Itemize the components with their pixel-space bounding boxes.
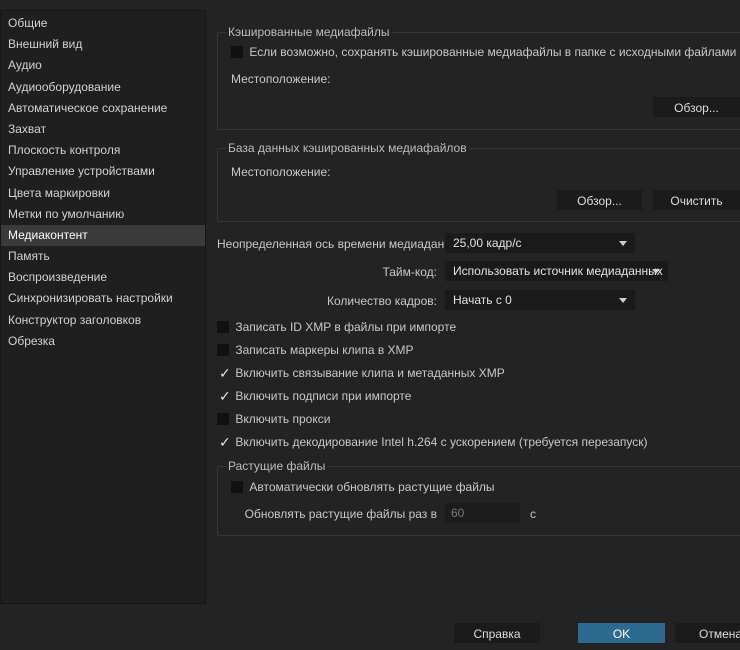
timecode-select[interactable]: Использовать источник медиаданных (445, 261, 668, 281)
frame-count-label: Количество кадров: (326, 294, 437, 308)
chevron-down-icon (652, 269, 660, 274)
write-clip-markers-option[interactable]: Записать маркеры клипа в XMP (217, 343, 414, 357)
ok-button[interactable]: OK (578, 623, 665, 643)
auto-refresh-checkbox[interactable] (231, 480, 243, 493)
write-xmp-id-checkbox[interactable] (217, 320, 229, 333)
enable-captions-option[interactable]: ✓ Включить подписи при импорте (217, 387, 412, 404)
cache-database-browse-button[interactable]: Обзор... (557, 190, 642, 210)
enable-proxies-label: Включить прокси (235, 412, 331, 426)
sidebar-item-appearance[interactable]: Внешний вид (1, 34, 205, 55)
timecode-label: Тайм-код: (382, 265, 437, 279)
checkmark-icon: ✓ (219, 433, 231, 450)
sidebar-item-sync-settings[interactable]: Синхронизировать настройки (1, 288, 205, 309)
enable-captions-label: Включить подписи при импорте (235, 389, 412, 403)
save-near-originals-label: Если возможно, сохранять кэшированные ме… (249, 45, 737, 59)
sidebar-item-trim[interactable]: Обрезка (1, 331, 205, 352)
sidebar-item-audio-hardware[interactable]: Аудиооборудование (1, 77, 205, 98)
cache-database-title: База данных кэшированных медиафайлов (226, 141, 469, 155)
save-near-originals-checkbox[interactable] (231, 45, 243, 58)
sidebar-item-label-colors[interactable]: Цвета маркировки (1, 183, 205, 204)
chevron-down-icon (619, 298, 627, 303)
cached-media-location-label: Местоположение: (231, 72, 331, 86)
sidebar-item-memory[interactable]: Память (1, 246, 205, 267)
auto-refresh-label: Автоматически обновлять растущие файлы (249, 480, 495, 494)
write-clip-markers-checkbox[interactable] (217, 343, 229, 356)
cache-database-clear-button[interactable]: Очистить (653, 190, 740, 210)
frame-count-value: Начать с 0 (453, 293, 512, 307)
sidebar-item-autosave[interactable]: Автоматическое сохранение (1, 98, 205, 119)
sidebar-item-device-control[interactable]: Управление устройствами (1, 161, 205, 182)
sidebar-item-audio[interactable]: Аудио (1, 55, 205, 76)
chevron-down-icon (619, 241, 627, 246)
write-xmp-id-option[interactable]: Записать ID XMP в файлы при импорте (217, 320, 456, 334)
checkmark-icon: ✓ (219, 387, 231, 404)
sidebar-item-media[interactable]: Медиаконтент (1, 224, 205, 247)
sidebar-item-label-defaults[interactable]: Метки по умолчанию (1, 204, 205, 225)
refresh-every-label: Обновлять растущие файлы раз в (244, 507, 437, 521)
growing-files-title: Растущие файлы (226, 459, 328, 473)
enable-xmp-linking-checkbox[interactable]: ✓ (217, 364, 231, 381)
enable-intel-decoding-label: Включить декодирование Intel h.264 с уск… (235, 435, 648, 449)
enable-xmp-linking-label: Включить связывание клипа и метаданных X… (235, 366, 505, 380)
timebase-label: Неопределенная ось времени медиаданных: (217, 237, 469, 251)
frame-count-select[interactable]: Начать с 0 (445, 290, 635, 310)
sidebar-item-titler[interactable]: Конструктор заголовков (1, 310, 205, 331)
cached-media-browse-button[interactable]: Обзор... (653, 97, 740, 117)
auto-refresh-option[interactable]: Автоматически обновлять растущие файлы (231, 480, 495, 494)
save-near-originals-option[interactable]: Если возможно, сохранять кэшированные ме… (231, 45, 736, 59)
cached-media-title: Кэшированные медиафайлы (226, 25, 392, 39)
checkmark-icon: ✓ (219, 364, 231, 381)
help-button[interactable]: Справка (454, 623, 540, 643)
cancel-button[interactable]: Отмена (675, 623, 740, 643)
preferences-sidebar: Общие Внешний вид Аудио Аудиооборудовани… (0, 10, 206, 604)
cache-database-group: База данных кэшированных медиафайлов (217, 141, 740, 222)
timebase-value: 25,00 кадр/с (453, 236, 522, 250)
sidebar-item-playback[interactable]: Воспроизведение (1, 267, 205, 288)
sidebar-item-capture[interactable]: Захват (1, 119, 205, 140)
timecode-value: Использовать источник медиаданных (453, 264, 663, 278)
enable-intel-decoding-checkbox[interactable]: ✓ (217, 433, 231, 450)
write-xmp-id-label: Записать ID XMP в файлы при импорте (235, 320, 457, 334)
enable-intel-decoding-option[interactable]: ✓ Включить декодирование Intel h.264 с у… (217, 433, 648, 450)
enable-captions-checkbox[interactable]: ✓ (217, 387, 231, 404)
sidebar-item-control-surface[interactable]: Плоскость контроля (1, 140, 205, 161)
timebase-select[interactable]: 25,00 кадр/с (445, 233, 635, 253)
sidebar-item-general[interactable]: Общие (1, 13, 205, 34)
enable-proxies-option[interactable]: Включить прокси (217, 412, 330, 426)
growing-files-group: Растущие файлы (217, 459, 740, 536)
refresh-unit-label: с (530, 507, 536, 521)
refresh-interval-input[interactable]: 60 (445, 503, 520, 523)
write-clip-markers-label: Записать маркеры клипа в XMP (235, 343, 414, 357)
cache-database-location-label: Местоположение: (231, 165, 331, 179)
enable-xmp-linking-option[interactable]: ✓ Включить связывание клипа и метаданных… (217, 364, 505, 381)
enable-proxies-checkbox[interactable] (217, 412, 229, 425)
